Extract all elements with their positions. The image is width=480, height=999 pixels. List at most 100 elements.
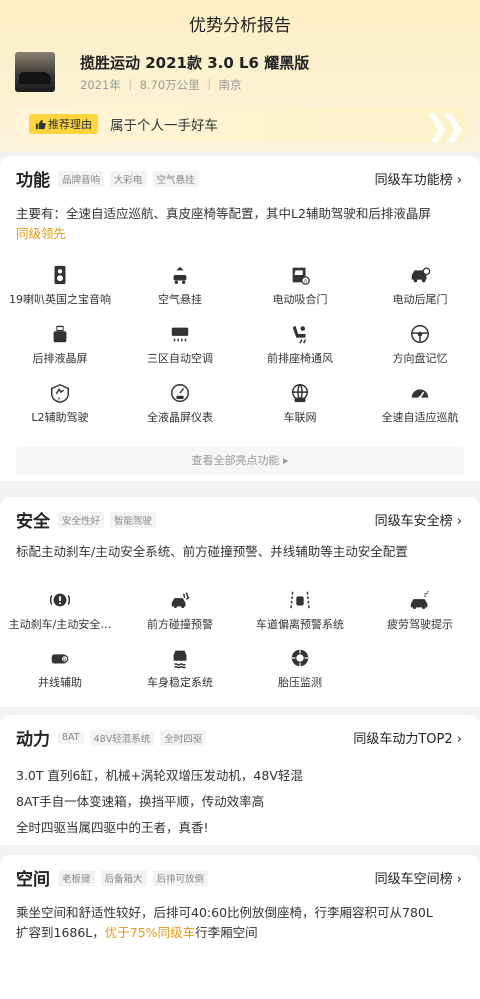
power-title: 动力	[16, 730, 50, 750]
air-suspension-icon	[173, 266, 187, 284]
feature-summary: 主要有：全速自适应巡航、真皮座椅等配置，其中L2辅助驾驶和后排液晶屏 同级领先	[16, 204, 466, 244]
feature-item-label: L2辅助驾驶	[31, 411, 89, 424]
safety-item[interactable]: 车道偏离预警系统	[240, 589, 360, 632]
safety-item[interactable]: z z 疲劳驾驶提示	[360, 589, 480, 632]
tire-pressure-icon	[291, 649, 309, 667]
feature-item[interactable]: 前排座椅通风	[240, 323, 360, 366]
feature-title: 功能	[16, 171, 50, 191]
safety-item[interactable]: 车身稳定系统	[120, 647, 240, 690]
feature-item-label: 前排座椅通风	[267, 352, 333, 365]
power-rank-label: 同级车动力TOP2	[353, 732, 453, 747]
safety-tag: 安全性好	[58, 511, 105, 528]
feature-highlight: 同级领先	[16, 226, 67, 241]
car-name: 揽胜运动 2021款 3.0 L6 耀黑版	[80, 54, 310, 72]
feature-item-label: 车联网	[283, 411, 317, 424]
feature-item-label: 电动吸合门	[272, 293, 328, 306]
speaker-icon	[54, 265, 66, 285]
power-line: 3.0T 直列6缸，机械+涡轮双增压发动机，48V轻混	[16, 768, 303, 783]
safety-item[interactable]: 胎压监测	[240, 647, 360, 690]
safety-section: 安全 安全性好 智能驾驶 同级车安全榜 › 标配主动刹车/主动安全系统、前方碰撞…	[0, 497, 480, 707]
recommend-badge-label: 推荐理由	[48, 118, 92, 131]
fatigue-alert-icon: zz	[410, 590, 429, 609]
safety-item[interactable]: B 并线辅助	[0, 647, 120, 690]
space-text-2a: 扩容到1686L，	[16, 925, 105, 940]
feature-item[interactable]: 空气悬挂	[120, 264, 240, 307]
page-title: 优势分析报告	[189, 16, 291, 36]
power-line: 8AT手自一体变速箱，换挡平顺，传动效率高	[16, 794, 265, 809]
svg-text:B: B	[63, 657, 66, 663]
feature-item-label: 后排液晶屏	[32, 352, 88, 365]
chevron-right-icon: ›	[456, 173, 462, 188]
safety-summary: 标配主动刹车/主动安全系统、前方碰撞预警、并线辅助等主动安全配置	[16, 544, 408, 559]
feature-item-label: 空气悬挂	[158, 293, 202, 306]
safety-item[interactable]: 前方碰撞预警	[120, 589, 240, 632]
feature-item[interactable]: 全液晶屏仪表	[120, 382, 240, 425]
space-text-2c: 行李厢空间	[195, 925, 258, 940]
space-rank-link[interactable]: 同级车空间榜 ›	[375, 868, 462, 887]
connected-car-icon	[291, 384, 309, 403]
safety-item-label: 车道偏离预警系统	[256, 618, 344, 631]
space-heading: 空间 老板键 后备箱大 后排可放倒	[16, 865, 214, 890]
space-highlight: 优于75%同级车	[104, 925, 196, 940]
feature-item[interactable]: A 电动吸合门	[240, 264, 360, 307]
feature-rank-link[interactable]: 同级车功能榜 ›	[375, 169, 462, 188]
space-section: 空间 老板键 后备箱大 后排可放倒 同级车空间榜 › 乘坐空间和舒适性较好，后排…	[0, 855, 480, 955]
feature-item-label: 全速自适应巡航	[381, 411, 459, 424]
rear-screen-icon	[53, 325, 67, 343]
lane-departure-icon	[290, 591, 310, 610]
power-tag: 8AT	[58, 731, 84, 744]
active-brake-icon	[49, 593, 71, 607]
feature-item-label: 方向盘记忆	[392, 352, 448, 365]
feature-section: 功能 品牌音响 大彩电 空气悬挂 同级车功能榜 › 主要有：全速自适应巡航、真皮…	[0, 156, 480, 481]
feature-tag: 大彩电	[110, 170, 147, 187]
feature-item[interactable]: 电动后尾门	[360, 264, 480, 307]
power-tag: 全时四驱	[160, 729, 207, 746]
air-conditioner-icon	[171, 327, 189, 342]
feature-item[interactable]: A L2辅助驾驶	[0, 382, 120, 425]
safety-tag: 智能驾驶	[110, 511, 157, 528]
power-rank-link[interactable]: 同级车动力TOP2 ›	[353, 728, 462, 747]
feature-item[interactable]: 车联网	[240, 382, 360, 425]
power-line: 全时四驱当属四驱中的王者，真香!	[16, 820, 209, 835]
space-tag: 后备箱大	[100, 869, 147, 886]
view-all-features-button[interactable]: 查看全部亮点功能 ▸	[16, 447, 464, 475]
feature-summary-text: 主要有：全速自适应巡航、真皮座椅等配置，其中L2辅助驾驶和后排液晶屏	[16, 206, 431, 221]
safety-item-label: 并线辅助	[38, 676, 82, 689]
seat-ventilation-icon	[292, 325, 307, 344]
blind-spot-icon: B	[51, 654, 69, 664]
feature-item-label: 19喇叭英国之宝音响	[9, 293, 111, 306]
power-tag: 48V轻混系统	[89, 729, 155, 746]
report-header: 优势分析报告 揽胜运动 2021款 3.0 L6 耀黑版 2021年 ｜ 8.7…	[0, 0, 480, 152]
feature-tag: 品牌音响	[58, 170, 105, 187]
safety-rank-link[interactable]: 同级车安全榜 ›	[375, 510, 462, 529]
safety-item-label: 疲劳驾驶提示	[387, 618, 453, 631]
feature-item[interactable]: 全速自适应巡航	[360, 382, 480, 425]
recommend-badge: 推荐理由	[29, 114, 98, 134]
stability-control-icon	[173, 650, 187, 669]
space-summary: 乘坐空间和舒适性较好，后排可40:60比例放倒座椅，行李厢容积可从780L 扩容…	[16, 903, 466, 943]
adaptive-cruise-icon	[411, 389, 429, 400]
recommend-reason-bar: 推荐理由 属于个人一手好车 ❯❯	[15, 106, 465, 142]
space-title: 空间	[16, 870, 50, 890]
space-text-1: 乘坐空间和舒适性较好，后排可40:60比例放倒座椅，行李厢容积可从780L	[16, 905, 433, 920]
chevron-right-icon: ›	[456, 514, 462, 529]
safety-title: 安全	[16, 512, 50, 532]
feature-item[interactable]: 方向盘记忆	[360, 323, 480, 366]
safety-heading: 安全 安全性好 智能驾驶	[16, 507, 162, 532]
feature-item[interactable]: 后排液晶屏	[0, 323, 120, 366]
feature-item-label: 电动后尾门	[392, 293, 448, 306]
collision-warning-icon	[171, 592, 190, 609]
chevron-right-icon: ›	[456, 872, 462, 887]
safety-item[interactable]: 主动刹车/主动安全…	[0, 589, 120, 632]
space-tag: 后排可放倒	[152, 869, 209, 886]
safety-item-label: 胎压监测	[278, 676, 322, 689]
tailgate-icon	[411, 267, 431, 283]
chevron-right-icon: ›	[456, 732, 462, 747]
car-meta: 2021年 ｜ 8.70万公里 ｜ 南京	[80, 78, 242, 92]
steering-memory-icon	[411, 325, 429, 343]
l2-assist-icon: A	[51, 383, 69, 403]
feature-item[interactable]: 19喇叭英国之宝音响	[0, 264, 120, 307]
page-bottom-area	[0, 955, 480, 999]
feature-item[interactable]: 三区自动空调	[120, 323, 240, 366]
recommend-reason-text: 属于个人一手好车	[110, 118, 218, 134]
